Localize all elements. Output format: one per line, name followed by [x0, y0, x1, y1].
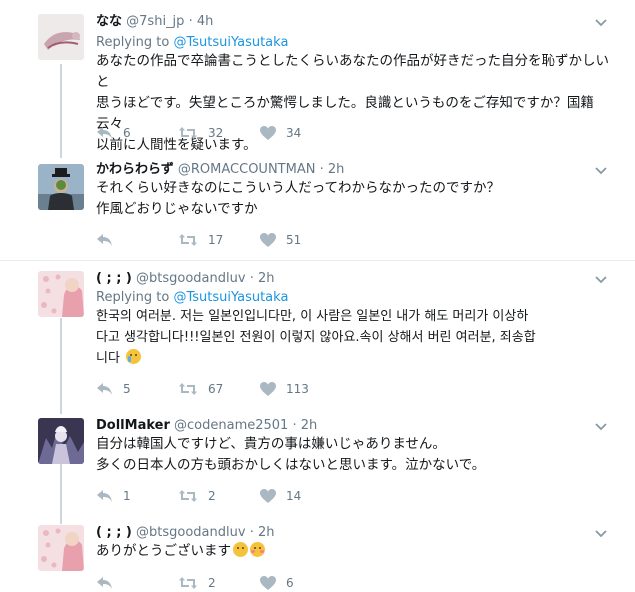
retweet-icon	[179, 577, 197, 589]
crying-face-icon	[126, 349, 142, 364]
timestamp[interactable]: · 2h	[292, 418, 317, 433]
tweet-header: ( ; ; ) @btsgoodandluv · 2h	[96, 271, 274, 287]
retweet-icon	[179, 127, 197, 139]
user-handle[interactable]: @ROMACCOUNTMAN	[178, 162, 316, 177]
like-button[interactable]: 14	[260, 488, 301, 504]
tweet-header: なな @7shi_jp · 4h	[96, 14, 213, 30]
reply-button[interactable]	[96, 575, 123, 591]
like-count: 14	[286, 489, 302, 503]
retweet-count: 32	[208, 126, 224, 140]
tweet[interactable]: ( ; ; ) @btsgoodandluv · 2h Replying to …	[0, 261, 635, 410]
heart-icon	[260, 233, 276, 247]
tweet[interactable]: なな @7shi_jp · 4h Replying to @TsutsuiYas…	[0, 0, 635, 158]
retweet-button[interactable]: 32	[178, 125, 223, 141]
user-handle[interactable]: @codename2501	[174, 418, 288, 433]
avatar[interactable]	[38, 418, 84, 464]
heart-icon	[260, 576, 276, 590]
tweet-text: あなたの作品で卒論書こうとしたくらいあなたの作品が好きだった自分を恥ずかしいと …	[96, 53, 609, 153]
heart-icon	[260, 382, 276, 396]
retweet-button[interactable]: 67	[178, 381, 223, 397]
user-handle[interactable]: @btsgoodandluv	[136, 525, 246, 540]
tweet-text: 自分は韓国人ですけど、貴方の事は嫌いじゃありません。 多くの日本人の方も頭おかし…	[96, 436, 486, 473]
retweet-button[interactable]: 2	[178, 488, 216, 504]
retweet-button[interactable]: 17	[178, 232, 223, 248]
replying-to: Replying to @TsutsuiYasutaka	[96, 290, 289, 305]
timestamp[interactable]: · 4h	[189, 14, 214, 29]
like-button[interactable]: 113	[260, 381, 309, 397]
like-count: 51	[286, 233, 302, 247]
avatar[interactable]	[38, 525, 84, 571]
reply-icon	[97, 127, 112, 139]
heart-icon	[260, 126, 276, 140]
tweet-header: ( ; ; ) @btsgoodandluv · 2h	[96, 525, 274, 541]
tweet-header: DollMaker @codename2501 · 2h	[96, 418, 317, 434]
retweet-icon	[179, 490, 197, 502]
chevron-down-icon[interactable]	[595, 19, 607, 27]
display-name[interactable]: ( ; ; )	[96, 525, 132, 540]
display-name[interactable]: DollMaker	[96, 418, 170, 433]
chevron-down-icon[interactable]	[595, 423, 607, 431]
mention-link[interactable]: @TsutsuiYasutaka	[173, 35, 288, 50]
reply-button[interactable]: 1	[96, 488, 131, 504]
like-count: 113	[286, 382, 309, 396]
display-name[interactable]: ( ; ; )	[96, 271, 132, 286]
reply-button[interactable]: 6	[96, 125, 131, 141]
timestamp[interactable]: · 2h	[320, 162, 345, 177]
reply-icon	[97, 577, 112, 589]
like-button[interactable]: 51	[260, 232, 301, 248]
chevron-down-icon[interactable]	[595, 276, 607, 284]
avatar[interactable]	[38, 271, 84, 317]
retweet-icon	[179, 383, 197, 395]
tweet[interactable]: かわらわらず @ROMACCOUNTMAN · 2h それくらい好きなのにこうい…	[0, 158, 635, 260]
reply-button[interactable]	[96, 232, 123, 248]
reply-icon	[97, 383, 112, 395]
persevering-face-icon	[233, 542, 248, 557]
reply-icon	[97, 490, 112, 502]
user-handle[interactable]: @7shi_jp	[126, 14, 184, 29]
like-count: 34	[286, 126, 302, 140]
like-button[interactable]: 6	[260, 575, 294, 591]
reply-icon	[97, 234, 112, 246]
user-handle[interactable]: @btsgoodandluv	[136, 271, 246, 286]
reply-button[interactable]: 5	[96, 381, 131, 397]
avatar[interactable]	[38, 164, 84, 210]
retweet-count: 17	[208, 233, 224, 247]
tweet[interactable]: DollMaker @codename2501 · 2h 自分は韓国人ですけど、…	[0, 410, 635, 515]
timestamp[interactable]: · 2h	[250, 271, 275, 286]
chevron-down-icon[interactable]	[595, 530, 607, 538]
retweet-button[interactable]: 2	[178, 575, 216, 591]
timestamp[interactable]: · 2h	[250, 525, 275, 540]
tweet[interactable]: ( ; ; ) @btsgoodandluv · 2h ありがとうございます 2…	[0, 515, 635, 592]
retweet-count: 67	[208, 382, 224, 396]
display-name[interactable]: かわらわらず	[96, 162, 174, 177]
retweet-count: 2	[208, 576, 216, 590]
reply-count: 6	[123, 126, 131, 140]
reply-count: 1	[123, 489, 131, 503]
retweet-icon	[179, 234, 197, 246]
tweet-text: ありがとうございます	[96, 541, 616, 562]
replying-to: Replying to @TsutsuiYasutaka	[96, 35, 289, 50]
mention-link[interactable]: @TsutsuiYasutaka	[173, 290, 288, 305]
reply-count: 5	[123, 382, 131, 396]
heart-icon	[260, 489, 276, 503]
avatar[interactable]	[38, 14, 84, 60]
tweet-text: それくらい好きなのにこういう人だってわからなかったのですか？ 作風どおりじゃない…	[96, 180, 501, 217]
display-name[interactable]: なな	[96, 14, 122, 29]
smiling-blush-face-icon	[250, 542, 265, 557]
like-count: 6	[286, 576, 294, 590]
chevron-down-icon[interactable]	[595, 167, 607, 175]
retweet-count: 2	[208, 489, 216, 503]
tweet-header: かわらわらず @ROMACCOUNTMAN · 2h	[96, 162, 344, 178]
like-button[interactable]: 34	[260, 125, 301, 141]
tweet-text: 한국의 여러분. 저는 일본인입니다만, 이 사람은 일본인 내가 해도 머리가…	[96, 309, 536, 366]
